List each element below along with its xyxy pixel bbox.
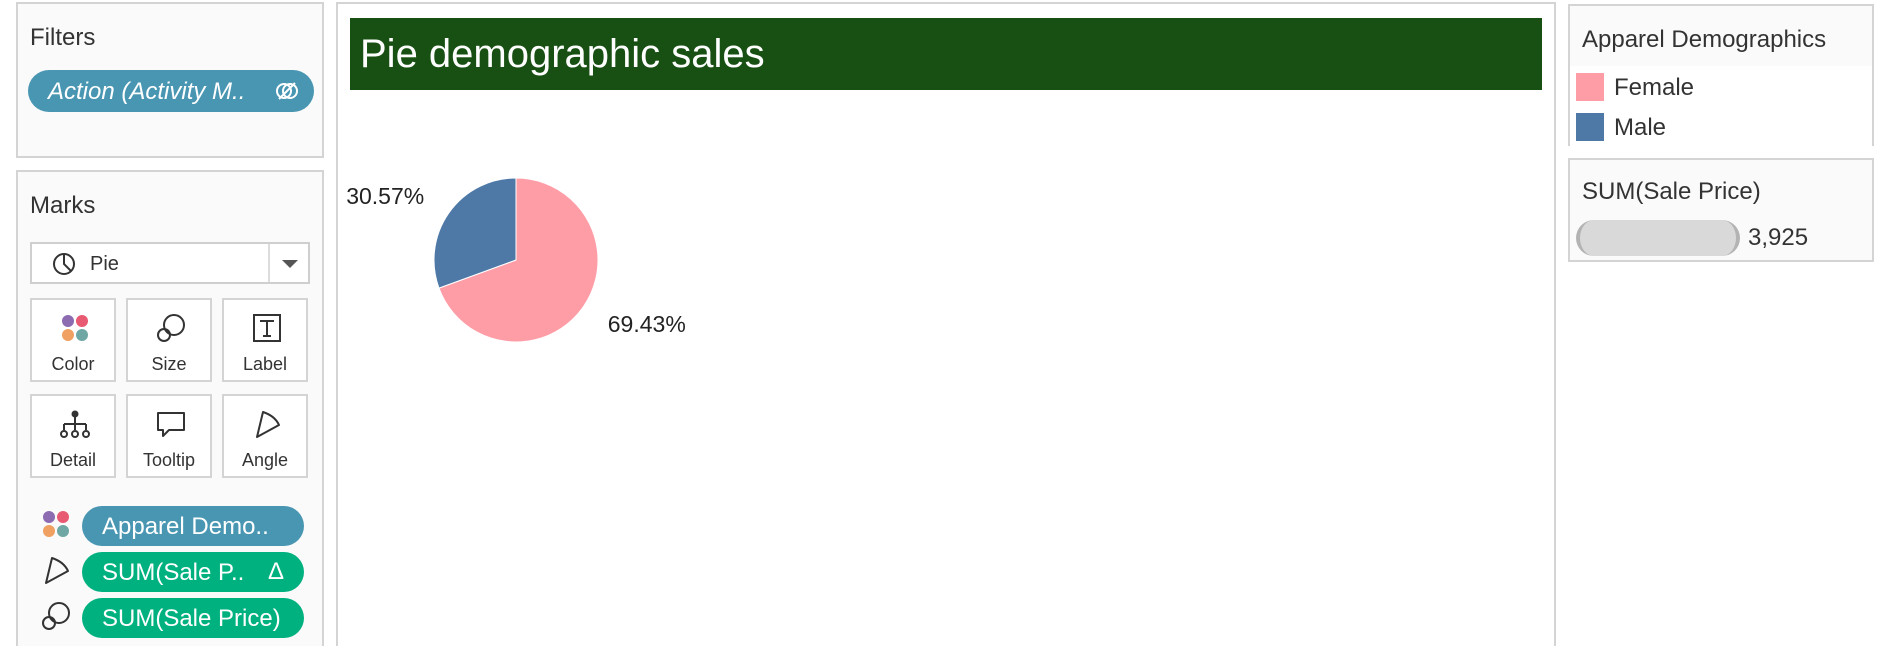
angle-icon bbox=[256, 411, 280, 438]
color-legend: Apparel Demographics Female Male bbox=[1568, 4, 1874, 146]
size-legend-title: SUM(Sale Price) bbox=[1582, 178, 1761, 205]
shelf-pill-apparel-demographics[interactable]: Apparel Demo.. bbox=[82, 506, 304, 546]
color-button[interactable]: Color bbox=[30, 298, 116, 382]
legend-swatch bbox=[1576, 73, 1604, 101]
pie-label-female: 69.43% bbox=[608, 311, 686, 337]
mark-type-dropdown[interactable]: Pie bbox=[30, 242, 310, 284]
pie-chart: 69.43% 30.57% bbox=[346, 177, 686, 343]
angle-button-label: Angle bbox=[241, 450, 289, 470]
tooltip-button[interactable]: Tooltip bbox=[126, 394, 212, 478]
legend-label: Female bbox=[1614, 74, 1695, 101]
color-button-label: Color bbox=[51, 354, 95, 374]
color-icon bbox=[43, 511, 69, 537]
label-button[interactable]: Label bbox=[222, 298, 308, 382]
shelf-pill-sum-sale-price-size[interactable]: SUM(Sale Price) bbox=[82, 598, 304, 638]
legend-item-female[interactable]: Female bbox=[1570, 66, 1872, 106]
filter-pill-action[interactable]: Action (Activity M.. bbox=[28, 70, 314, 112]
angle-icon bbox=[45, 557, 69, 584]
detail-icon bbox=[60, 410, 90, 438]
angle-button[interactable]: Angle bbox=[222, 394, 308, 478]
filter-pill-label: Action (Activity M.. bbox=[48, 78, 246, 105]
size-icon bbox=[42, 602, 70, 630]
label-icon bbox=[253, 314, 281, 342]
mark-type-label: Pie bbox=[90, 253, 119, 275]
shelf-pill-sum-sale-price-angle[interactable]: SUM(Sale P.. Δ bbox=[82, 552, 304, 592]
shelf-pill-label: Apparel Demo.. bbox=[102, 513, 269, 540]
legend-label: Male bbox=[1614, 114, 1667, 141]
label-button-label: Label bbox=[242, 354, 288, 374]
marks-card: Marks Pie Color Size Label Detail Toolti… bbox=[16, 170, 324, 646]
legend-swatch bbox=[1576, 113, 1604, 141]
detail-button[interactable]: Detail bbox=[30, 394, 116, 478]
worksheet-view: Pie demographic sales 69.43% 30.57% bbox=[336, 2, 1556, 646]
pie-label-male: 30.57% bbox=[346, 183, 424, 209]
filters-card: Filters Action (Activity M.. bbox=[16, 2, 324, 158]
color-legend-title: Apparel Demographics bbox=[1582, 26, 1827, 53]
tooltip-button-label: Tooltip bbox=[142, 450, 196, 470]
size-icon bbox=[157, 314, 185, 342]
legend-item-male[interactable]: Male bbox=[1570, 106, 1872, 146]
unlink-icon bbox=[276, 82, 298, 100]
shelf-pill-label: SUM(Sale P.. bbox=[102, 559, 245, 586]
size-button-label: Size bbox=[151, 354, 187, 374]
detail-button-label: Detail bbox=[49, 450, 97, 470]
marks-title: Marks bbox=[30, 192, 96, 219]
filters-title: Filters bbox=[30, 24, 96, 51]
tooltip-icon bbox=[157, 412, 185, 437]
size-legend-value: 3,925 bbox=[1748, 224, 1809, 251]
size-button[interactable]: Size bbox=[126, 298, 212, 382]
delta-icon: Δ bbox=[267, 558, 284, 585]
pie-icon bbox=[53, 253, 75, 275]
shelf-pill-label: SUM(Sale Price) bbox=[102, 605, 281, 632]
chevron-down-icon[interactable] bbox=[282, 260, 298, 268]
dropdown-separator bbox=[268, 244, 270, 282]
size-legend: SUM(Sale Price) 3,925 bbox=[1568, 158, 1874, 262]
color-icon bbox=[62, 315, 88, 341]
size-legend-bar bbox=[1576, 220, 1740, 256]
